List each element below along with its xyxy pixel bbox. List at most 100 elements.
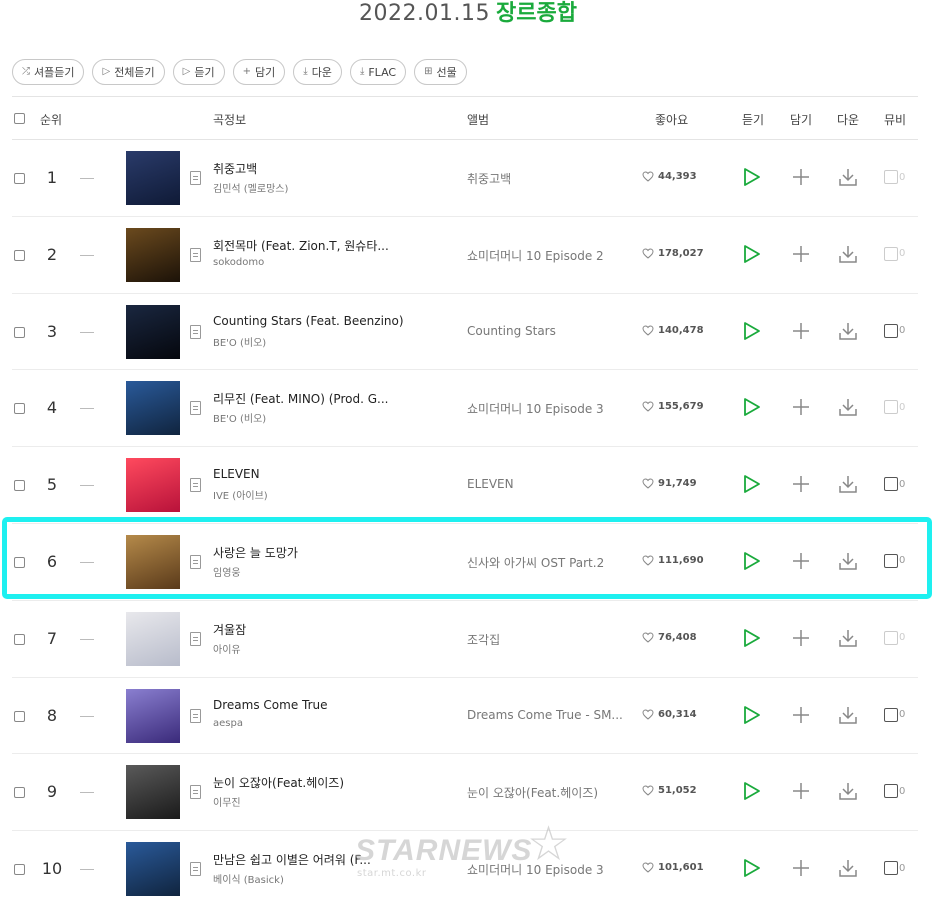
download-icon[interactable] [838,628,858,648]
download-icon[interactable] [838,397,858,417]
play-icon[interactable] [743,244,761,264]
album-art[interactable] [126,304,180,359]
row-checkbox[interactable] [14,556,25,568]
music-video-button[interactable]: 0 [884,784,905,799]
row-checkbox[interactable] [14,249,25,261]
artist-name[interactable]: 이무진 [213,794,413,809]
row-checkbox[interactable] [14,326,25,338]
like-button[interactable]: 91,749 [642,478,697,489]
play-icon[interactable] [743,167,761,187]
play-icon[interactable] [743,705,761,725]
row-checkbox[interactable] [14,403,25,415]
add-icon[interactable] [792,475,810,493]
play-icon[interactable] [743,858,761,878]
music-video-button[interactable]: 0 [884,861,905,876]
play-icon[interactable] [743,321,761,341]
download-icon[interactable] [838,474,858,494]
album-name[interactable]: Counting Stars [467,324,625,338]
song-info-icon[interactable] [190,708,201,723]
music-video-button[interactable]: 0 [884,400,905,415]
toolbar-button-0[interactable]: ⤮ 셔플듣기 [12,59,85,85]
album-name[interactable]: ELEVEN [467,477,625,491]
artist-name[interactable]: 임영웅 [213,564,413,579]
like-button[interactable]: 111,690 [642,555,704,566]
song-info-icon[interactable] [190,631,201,646]
download-icon[interactable] [838,858,858,878]
download-icon[interactable] [838,781,858,801]
row-checkbox[interactable] [14,864,25,876]
toolbar-button-5[interactable]: ⤓ FLAC [349,59,407,85]
album-art[interactable] [126,534,180,589]
song-info-icon[interactable] [190,862,201,877]
album-art[interactable] [126,381,180,436]
play-icon[interactable] [743,474,761,494]
row-checkbox[interactable] [14,480,25,492]
select-all-checkbox[interactable] [14,113,25,124]
album-art[interactable] [126,227,180,282]
song-title[interactable]: Counting Stars (Feat. Beenzino) [213,314,433,328]
music-video-button[interactable]: 0 [884,707,905,722]
download-icon[interactable] [838,167,858,187]
artist-name[interactable]: BE'O (비오) [213,410,413,425]
row-checkbox[interactable] [14,633,25,645]
add-icon[interactable] [792,782,810,800]
album-name[interactable]: 쇼미더머니 10 Episode 2 [467,247,625,264]
like-button[interactable]: 101,601 [642,862,704,873]
artist-name[interactable]: aespa [213,718,413,729]
add-icon[interactable] [792,168,810,186]
song-info-icon[interactable] [190,478,201,493]
download-icon[interactable] [838,244,858,264]
play-icon[interactable] [743,397,761,417]
album-name[interactable]: 신사와 아가씨 OST Part.2 [467,554,625,571]
download-icon[interactable] [838,705,858,725]
album-name[interactable]: 쇼미더머니 10 Episode 3 [467,400,625,417]
add-icon[interactable] [792,859,810,877]
artist-name[interactable]: 아이유 [213,641,413,656]
toolbar-button-6[interactable]: ⊞ 선물 [414,59,467,85]
song-title[interactable]: ELEVEN [213,467,433,481]
like-button[interactable]: 178,027 [642,248,704,259]
album-art[interactable] [126,611,180,666]
song-info-icon[interactable] [190,785,201,800]
add-icon[interactable] [792,629,810,647]
play-icon[interactable] [743,551,761,571]
download-icon[interactable] [838,321,858,341]
download-icon[interactable] [838,551,858,571]
song-title[interactable]: 리무진 (Feat. MINO) (Prod. G... [213,390,433,407]
album-name[interactable]: 눈이 오잖아(Feat.헤이즈) [467,784,625,801]
row-checkbox[interactable] [14,710,25,722]
artist-name[interactable]: 김민석 (멜로망스) [213,180,413,195]
toolbar-button-4[interactable]: ⤓ 다운 [293,59,342,85]
song-info-icon[interactable] [190,554,201,569]
like-button[interactable]: 60,314 [642,709,697,720]
song-title[interactable]: 취중고백 [213,160,433,177]
album-name[interactable]: 조각집 [467,631,625,648]
album-art[interactable] [126,765,180,820]
row-checkbox[interactable] [14,173,25,184]
music-video-button[interactable]: 0 [884,170,905,184]
play-icon[interactable] [743,628,761,648]
artist-name[interactable]: BE'O (비오) [213,334,413,349]
song-info-icon[interactable] [190,171,201,185]
song-title[interactable]: 사랑은 늘 도망가 [213,544,433,561]
toolbar-button-3[interactable]: + 담기 [232,59,286,85]
album-art[interactable] [126,151,180,205]
add-icon[interactable] [792,706,810,724]
album-art[interactable] [126,458,180,513]
add-icon[interactable] [792,398,810,416]
like-button[interactable]: 140,478 [642,325,704,336]
music-video-button[interactable]: 0 [884,630,905,645]
play-icon[interactable] [743,781,761,801]
song-info-icon[interactable] [190,401,201,416]
toolbar-button-1[interactable]: ▷ 전체듣기 [92,59,165,85]
album-name[interactable]: Dreams Come True - SM... [467,708,625,722]
song-info-icon[interactable] [190,324,201,339]
album-art[interactable] [126,842,180,897]
artist-name[interactable]: IVE (아이브) [213,487,413,502]
song-info-icon[interactable] [190,247,201,262]
like-button[interactable]: 155,679 [642,401,704,412]
music-video-button[interactable]: 0 [884,477,905,492]
toolbar-button-2[interactable]: ▷ 듣기 [172,59,225,85]
music-video-button[interactable]: 0 [884,553,905,568]
like-button[interactable]: 76,408 [642,632,697,643]
